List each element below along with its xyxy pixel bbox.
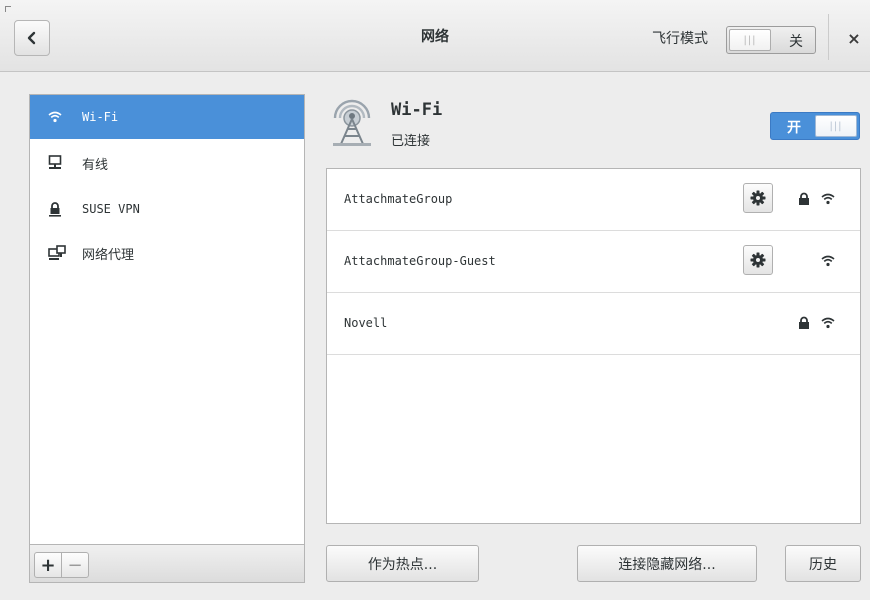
close-button[interactable]: ×: [842, 26, 866, 50]
sidebar-item-suse-vpn[interactable]: SUSE VPN: [30, 187, 304, 231]
network-list: AttachmateGroup AttachmateGroup-Guest No…: [326, 168, 861, 524]
airplane-mode-label: 飞行模式: [652, 31, 708, 47]
sidebar-item-label: Wi-Fi: [82, 110, 119, 124]
remove-connection-button[interactable]: −: [61, 552, 89, 578]
header-bar: 网络 飞行模式 ||| 关 ×: [0, 0, 870, 72]
sidebar-item-label: SUSE VPN: [82, 202, 140, 216]
connect-hidden-network-button[interactable]: 连接隐藏网络...: [577, 545, 757, 582]
gear-icon: [750, 190, 766, 206]
wifi-signal-icon: [821, 317, 835, 329]
switch-knob[interactable]: |||: [815, 115, 857, 137]
wifi-signal-icon: [821, 193, 835, 205]
sidebar-item-network-proxy[interactable]: 网络代理: [30, 231, 304, 275]
sidebar-item-label: 网络代理: [82, 247, 135, 263]
sidebar: Wi-Fi 有线 SUSE VPN 网络代理: [29, 94, 305, 545]
switch-knob[interactable]: |||: [729, 29, 771, 51]
vpn-lock-icon: [48, 201, 68, 217]
close-icon: ×: [847, 28, 861, 48]
airplane-mode-switch[interactable]: ||| 关: [726, 26, 816, 54]
grip-icon: |||: [743, 34, 757, 46]
network-ssid: AttachmateGroup-Guest: [344, 254, 496, 268]
device-name: Wi-Fi: [391, 100, 443, 120]
add-connection-button[interactable]: +: [34, 552, 62, 578]
lock-icon: [799, 316, 809, 329]
lock-icon: [799, 192, 809, 205]
device-status: 已连接: [391, 134, 431, 149]
sidebar-toolbar: + −: [29, 545, 305, 583]
wifi-power-state: 开: [787, 120, 801, 136]
sidebar-item-wifi[interactable]: Wi-Fi: [30, 95, 304, 139]
network-settings-button[interactable]: [743, 183, 773, 213]
history-button[interactable]: 历史: [785, 545, 861, 582]
wired-network-icon: [48, 155, 68, 171]
wifi-signal-icon: [821, 255, 835, 267]
use-as-hotspot-button[interactable]: 作为热点...: [326, 545, 479, 582]
sidebar-item-wired[interactable]: 有线: [30, 141, 304, 185]
network-proxy-icon: [48, 245, 68, 261]
network-ssid: Novell: [344, 316, 388, 330]
network-ssid: AttachmateGroup: [344, 192, 453, 206]
header-separator: [828, 14, 829, 60]
airplane-mode-state: 关: [789, 34, 803, 50]
gear-icon: [750, 252, 766, 268]
grip-icon: |||: [829, 120, 843, 132]
network-row[interactable]: AttachmateGroup-Guest: [327, 231, 860, 293]
wifi-icon: [48, 109, 68, 125]
sidebar-item-label: 有线: [82, 157, 109, 173]
wifi-power-switch[interactable]: 开 |||: [770, 112, 860, 140]
wireless-antenna-icon: [333, 99, 371, 146]
network-settings-button[interactable]: [743, 245, 773, 275]
network-row[interactable]: Novell: [327, 293, 860, 355]
network-row[interactable]: AttachmateGroup: [327, 169, 860, 231]
